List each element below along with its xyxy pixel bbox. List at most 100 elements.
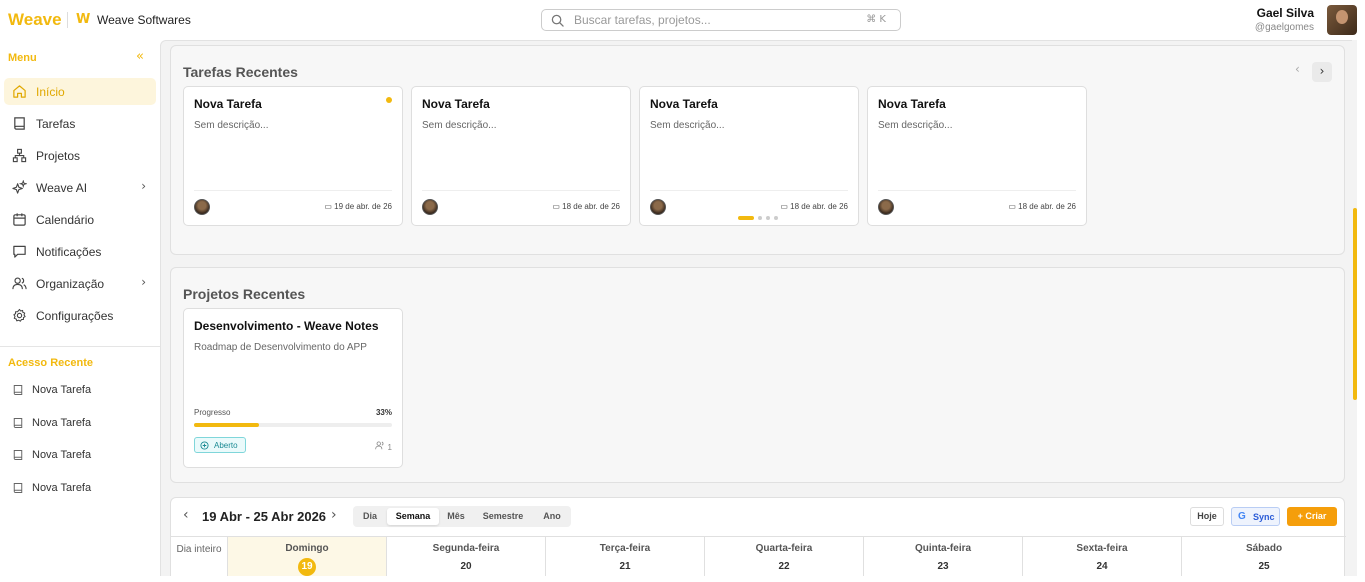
task-card-description: Sem descrição... [194,120,269,131]
pagination-dot-active[interactable] [738,216,754,220]
calendar-day-column[interactable]: Quinta-feira 23 [864,537,1023,576]
sidebar-item-label: Notificações [36,245,102,259]
tab-semana[interactable]: Semana [387,508,439,525]
sidebar-item-configuracoes[interactable]: Configurações [4,302,156,329]
calendar-day-column[interactable]: Sexta-feira 24 [1023,537,1182,576]
sidebar-item-label: Projetos [36,149,81,163]
google-sync-button[interactable]: G Sync [1231,507,1280,526]
sidebar-item-tarefas[interactable]: Tarefas [4,110,156,137]
search-input[interactable] [574,12,854,28]
day-number: 24 [1096,561,1108,572]
task-card-date: ▭ 18 de abr. de 26 [780,202,848,211]
calendar-icon [13,213,26,226]
pagination-dot[interactable] [758,216,762,220]
sidebar-item-weave-ai[interactable]: Weave AI › [4,174,156,201]
day-name: Quarta-feira [755,543,813,554]
recent-projects-title: Projetos Recentes [183,286,306,302]
search-bar[interactable]: ⌘ K [541,9,901,31]
main-content: Tarefas Recentes ‹ › Nova Tarefa Sem des… [160,40,1357,576]
recent-item[interactable]: Nova Tarefa [4,476,156,500]
tab-semestre[interactable]: Semestre [473,508,533,525]
brand-logo[interactable]: Weave [8,10,62,30]
divider [0,346,160,347]
carousel-next-button[interactable]: › [1312,62,1332,82]
recent-access-title: Acesso Recente [8,357,93,369]
google-icon: G [1238,511,1246,522]
sparkles-icon [12,180,27,194]
calendar-icon: ▭ [780,202,791,211]
scrollbar-thumb[interactable] [1353,208,1357,400]
carousel-prev-icon[interactable]: ‹ [1295,62,1300,76]
task-card-date-text: 19 de abr. de 26 [334,202,392,211]
calendar-panel: ‹ 19 Abr - 25 Abr 2026 › Dia Semana Mês … [170,497,1346,576]
project-card[interactable]: Desenvolvimento - Weave Notes Roadmap de… [183,308,403,468]
task-card-description: Sem descrição... [650,120,725,131]
task-card-title: Nova Tarefa [878,97,946,111]
calendar-day-column[interactable]: Quarta-feira 22 [705,537,864,576]
tab-mes[interactable]: Mês [441,508,471,525]
status-badge-label: Aberto [214,441,238,450]
task-card[interactable]: Nova Tarefa Sem descrição... ▭ 18 de abr… [867,86,1087,226]
recent-item[interactable]: Nova Tarefa [4,443,156,467]
avatar[interactable] [1327,5,1357,35]
sidebar-item-notificacoes[interactable]: Notificações [4,238,156,265]
today-button[interactable]: Hoje [1190,507,1224,526]
progress-label: Progresso [194,408,231,417]
sidebar-item-label: Configurações [36,309,114,323]
recent-item-label: Nova Tarefa [32,384,92,396]
users-icon [12,277,27,290]
calendar-day-column[interactable]: Sábado 25 [1182,537,1346,576]
recent-projects-panel: Projetos Recentes Desenvolvimento - Weav… [170,267,1345,483]
task-card[interactable]: Nova Tarefa Sem descrição... ▭ 18 de abr… [411,86,631,226]
calendar-prev-button[interactable]: ‹ [183,507,189,523]
book-icon [13,450,23,460]
calendar-next-button[interactable]: › [331,507,337,523]
book-icon [14,117,25,130]
top-bar: Weave W Weave Softwares ⌘ K Gael Silva @… [0,0,1365,40]
day-number: 21 [619,561,631,572]
sidebar: Menu « Início Tarefas Projetos Weave AI … [0,40,160,582]
day-number: 20 [460,561,472,572]
sidebar-item-inicio[interactable]: Início [4,78,156,105]
day-name: Segunda-feira [432,543,500,554]
task-card[interactable]: Nova Tarefa Sem descrição... ▭ 18 de abr… [639,86,859,226]
calendar-day-column[interactable]: Segunda-feira 20 [387,537,546,576]
divider [422,190,620,191]
task-card-title: Nova Tarefa [194,97,262,111]
tab-ano[interactable]: Ano [535,508,569,525]
hierarchy-icon [12,148,27,163]
avatar [194,199,210,215]
recent-item[interactable]: Nova Tarefa [4,411,156,435]
calendar-day-column[interactable]: Domingo 19 [228,537,387,576]
calendar-date-range: 19 Abr - 25 Abr 2026 [202,509,327,524]
user-name[interactable]: Gael Silva [1257,6,1314,20]
day-name: Quinta-feira [914,543,972,554]
chevron-right-icon: › [141,275,146,289]
recent-item[interactable]: Nova Tarefa [4,378,156,402]
org-name[interactable]: Weave Softwares [97,13,191,27]
avatar [422,199,438,215]
calendar-view-tabs: Dia Semana Mês Semestre Ano [353,506,571,527]
pagination-dot[interactable] [774,216,778,220]
divider [67,12,68,28]
chevron-right-icon: › [141,179,146,193]
sidebar-item-projetos[interactable]: Projetos [4,142,156,169]
tab-dia[interactable]: Dia [355,508,385,525]
calendar-day-column[interactable]: Terça-feira 21 [546,537,705,576]
pagination-dot[interactable] [766,216,770,220]
sidebar-item-calendario[interactable]: Calendário [4,206,156,233]
task-card[interactable]: Nova Tarefa Sem descrição... ▭ 19 de abr… [183,86,403,226]
task-card-date: ▭ 18 de abr. de 26 [552,202,620,211]
divider [194,190,392,191]
collapse-sidebar-icon[interactable]: « [136,49,144,64]
sidebar-item-label: Tarefas [36,117,76,131]
users-icon [375,441,384,450]
task-card-title: Nova Tarefa [422,97,490,111]
create-button[interactable]: + Criar [1287,507,1337,526]
book-icon [13,418,23,428]
recent-tasks-title: Tarefas Recentes [183,64,298,80]
members-count-text: 1 [387,443,392,452]
task-card-description: Sem descrição... [878,120,953,131]
sidebar-item-organizacao[interactable]: Organização › [4,270,156,297]
recent-item-label: Nova Tarefa [32,417,92,429]
